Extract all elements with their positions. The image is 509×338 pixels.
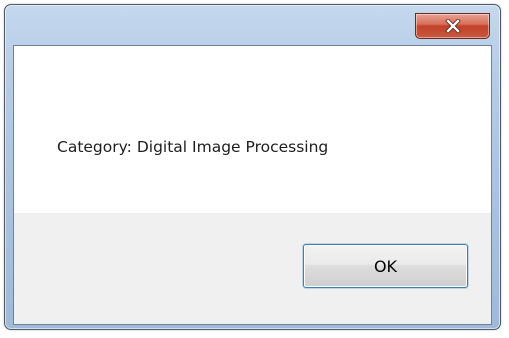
close-icon <box>444 19 461 33</box>
button-bar: OK <box>14 213 491 324</box>
dialog-content: Category: Digital Image Processing OK <box>13 45 492 325</box>
message-dialog-window: Category: Digital Image Processing OK <box>4 4 501 330</box>
ok-button[interactable]: OK <box>303 244 468 288</box>
message-area: Category: Digital Image Processing <box>14 46 491 213</box>
message-text: Category: Digital Image Processing <box>57 138 329 156</box>
title-bar[interactable] <box>5 5 500 39</box>
close-button[interactable] <box>415 13 490 39</box>
